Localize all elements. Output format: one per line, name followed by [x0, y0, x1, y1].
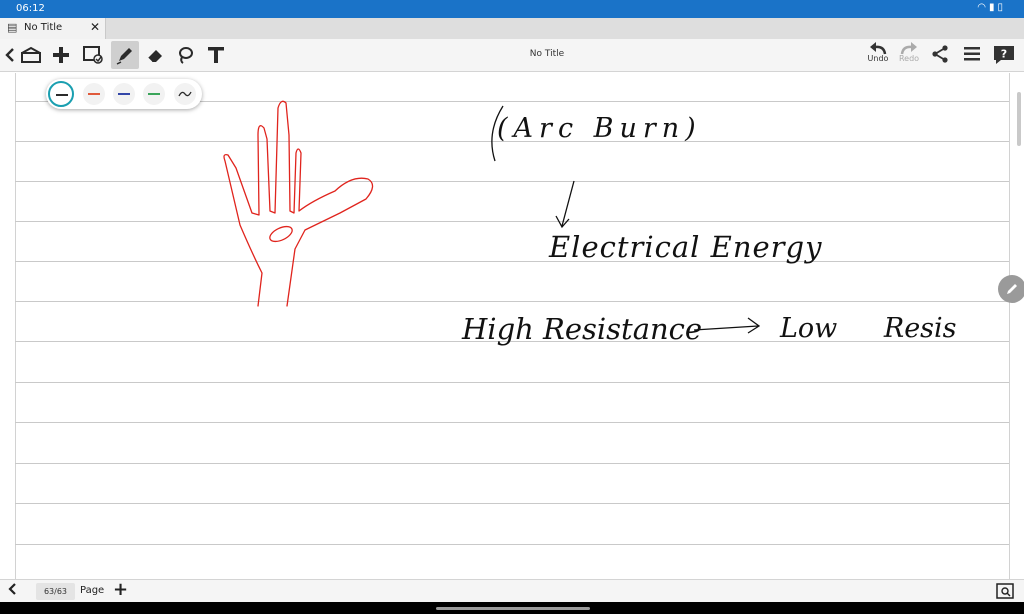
- svg-text:?: ?: [1001, 48, 1007, 61]
- toolbar: No Title Undo Redo ?: [0, 39, 1024, 72]
- wifi-icon: ◠: [977, 2, 989, 13]
- undo-button[interactable]: Undo: [863, 41, 893, 71]
- high-resistance-text: High Resistance: [461, 312, 702, 346]
- page-counter[interactable]: 63/63: [36, 583, 75, 600]
- right-arrow: [693, 317, 761, 334]
- electrical-energy-text: Electrical Energy: [548, 230, 822, 264]
- system-navigation-bar: [0, 602, 1024, 614]
- down-arrow: [555, 180, 575, 229]
- pencil-icon: [1007, 284, 1017, 294]
- redo-button[interactable]: Redo: [894, 41, 924, 71]
- page-label[interactable]: Page: [80, 585, 104, 596]
- color-swatch-black[interactable]: [48, 81, 74, 107]
- color-swatch-blue[interactable]: [113, 83, 135, 105]
- stroke-style-swatch[interactable]: [174, 83, 196, 105]
- tab-title: No Title: [24, 22, 63, 33]
- system-icons: ◠▮▯: [977, 2, 1006, 13]
- tab-document[interactable]: ▤ No Title ✕: [0, 18, 106, 39]
- battery-icon: ▯: [997, 2, 1006, 13]
- close-tab-button[interactable]: ✕: [90, 20, 100, 34]
- page-footer: 63/63 Page +: [0, 579, 1024, 602]
- vertical-scrollbar[interactable]: [1017, 92, 1021, 146]
- status-bar: 06:12 ◠▮▯: [0, 0, 1024, 18]
- arc-burn-text: (Arc Burn): [497, 113, 702, 144]
- floating-pen-button[interactable]: [998, 275, 1024, 303]
- share-icon[interactable]: [925, 45, 955, 75]
- home-gesture-handle[interactable]: [436, 607, 590, 610]
- low-resis-text: Low Resis: [779, 313, 957, 344]
- redo-icon: [900, 42, 917, 55]
- redo-label: Redo: [898, 54, 920, 63]
- add-page-button[interactable]: +: [113, 579, 128, 600]
- tab-bar: ▤ No Title ✕: [0, 18, 1024, 39]
- undo-icon: [870, 42, 887, 55]
- hand-burn-mark: [269, 225, 293, 243]
- undo-label: Undo: [867, 54, 889, 63]
- color-swatch-red[interactable]: [83, 83, 105, 105]
- previous-page-icon[interactable]: [8, 582, 16, 600]
- help-icon[interactable]: ?: [989, 45, 1019, 75]
- document-icon: ▤: [7, 21, 18, 34]
- clock: 06:12: [16, 3, 45, 14]
- handwriting-layer: (Arc Burn) Electrical Energy High Resist…: [223, 100, 957, 346]
- color-swatch-green[interactable]: [143, 83, 165, 105]
- pen-color-palette: [46, 79, 202, 109]
- hand-drawing: [223, 100, 374, 307]
- zoom-page-icon[interactable]: [996, 583, 1014, 603]
